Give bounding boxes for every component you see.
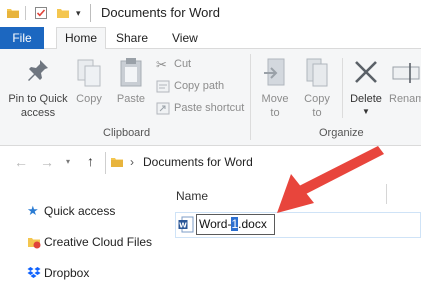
back-arrow-icon[interactable]: ← (14, 154, 28, 170)
breadcrumb-separator[interactable]: › (130, 155, 134, 169)
organize-group-label: Organize (319, 127, 364, 139)
copy-to-label-line2: to (312, 107, 322, 119)
clipboard-group-label: Clipboard (103, 127, 151, 139)
paste-shortcut-label: Paste shortcut (174, 102, 245, 114)
rename-input[interactable]: Word-1.docx (196, 214, 275, 235)
delete-label: Delete (350, 93, 382, 105)
star-icon: ★ (27, 203, 39, 218)
copy-label: Copy (76, 93, 102, 105)
address-path[interactable]: Documents for Word (143, 155, 253, 169)
delete-button[interactable]: Delete ▼ (346, 54, 386, 120)
titlebar-divider (25, 6, 26, 20)
organize-divider (342, 58, 343, 118)
ribbon-group-separator (250, 54, 251, 140)
paste-label: Paste (116, 93, 146, 105)
quick-access-toolbar-dropdown[interactable]: ▾ (76, 8, 81, 19)
creative-cloud-folder-icon (28, 238, 41, 249)
move-to-label-line2: to (270, 107, 280, 119)
copy-path-label: Copy path (174, 80, 225, 92)
copy-to-icon (306, 58, 328, 87)
column-header-name[interactable]: Name (176, 189, 208, 203)
delete-dropdown-chevron-icon[interactable]: ▼ (362, 107, 370, 116)
tab-file[interactable]: File (0, 27, 44, 49)
copy-path-icon (156, 80, 170, 93)
properties-icon[interactable] (34, 6, 48, 20)
nav-item-quick-access[interactable]: ★ Quick access (27, 203, 167, 221)
rename-suffix: .docx (238, 217, 267, 231)
column-divider (386, 184, 387, 204)
tab-share[interactable]: Share (116, 27, 148, 49)
move-to-icon (264, 58, 285, 86)
paste-icon (120, 58, 142, 87)
pin-label-line2: access (20, 107, 56, 119)
move-to-label-line1: Move (261, 93, 289, 105)
rename-prefix: Word- (199, 217, 232, 231)
cut-button[interactable]: ✂ Cut (156, 57, 246, 73)
paste-button[interactable]: Paste (113, 54, 149, 110)
window-title: Documents for Word (101, 5, 220, 20)
pin-label-line1: Pin to Quick (8, 93, 68, 105)
pin-to-quick-access-button[interactable]: Pin to Quick access (2, 54, 72, 124)
forward-arrow-icon[interactable]: → (40, 154, 54, 170)
address-folder-icon (111, 158, 123, 167)
tab-view[interactable]: View (172, 27, 198, 49)
rename-icon (392, 63, 420, 83)
paste-shortcut-icon (156, 102, 170, 115)
up-arrow-icon[interactable]: ↑ (87, 153, 94, 169)
nav-item-dropbox[interactable]: Dropbox (27, 265, 167, 283)
cut-label: Cut (174, 58, 192, 70)
new-folder-icon[interactable] (56, 6, 70, 20)
tab-home[interactable]: Home (56, 27, 106, 49)
nav-item-label: Creative Cloud Files (44, 235, 153, 249)
paste-shortcut-button[interactable]: Paste shortcut (156, 101, 246, 117)
pin-icon (28, 60, 48, 81)
copy-path-button[interactable]: Copy path (156, 79, 246, 95)
copy-icon (77, 59, 101, 87)
copy-to-button[interactable]: Copy to (297, 54, 337, 120)
rename-button[interactable]: Renam (388, 54, 421, 120)
nav-item-creative-cloud-files[interactable]: Creative Cloud Files (27, 234, 177, 252)
folder-icon (7, 9, 19, 18)
svg-text:W: W (179, 222, 187, 230)
scissors-icon: ✂ (156, 57, 167, 72)
recent-locations-chevron-icon[interactable]: ▾ (66, 157, 70, 166)
move-to-button[interactable]: Move to (255, 54, 295, 120)
titlebar-separator (90, 4, 91, 22)
delete-x-icon (355, 61, 377, 83)
nav-item-label: Quick access (44, 204, 116, 218)
word-document-icon: W (178, 216, 194, 233)
rename-label: Renam (389, 93, 421, 105)
address-bar-border (105, 152, 106, 174)
dropbox-icon (27, 267, 41, 278)
nav-item-label: Dropbox (44, 266, 90, 280)
copy-button[interactable]: Copy (72, 54, 106, 110)
copy-to-label-line1: Copy (304, 93, 330, 105)
